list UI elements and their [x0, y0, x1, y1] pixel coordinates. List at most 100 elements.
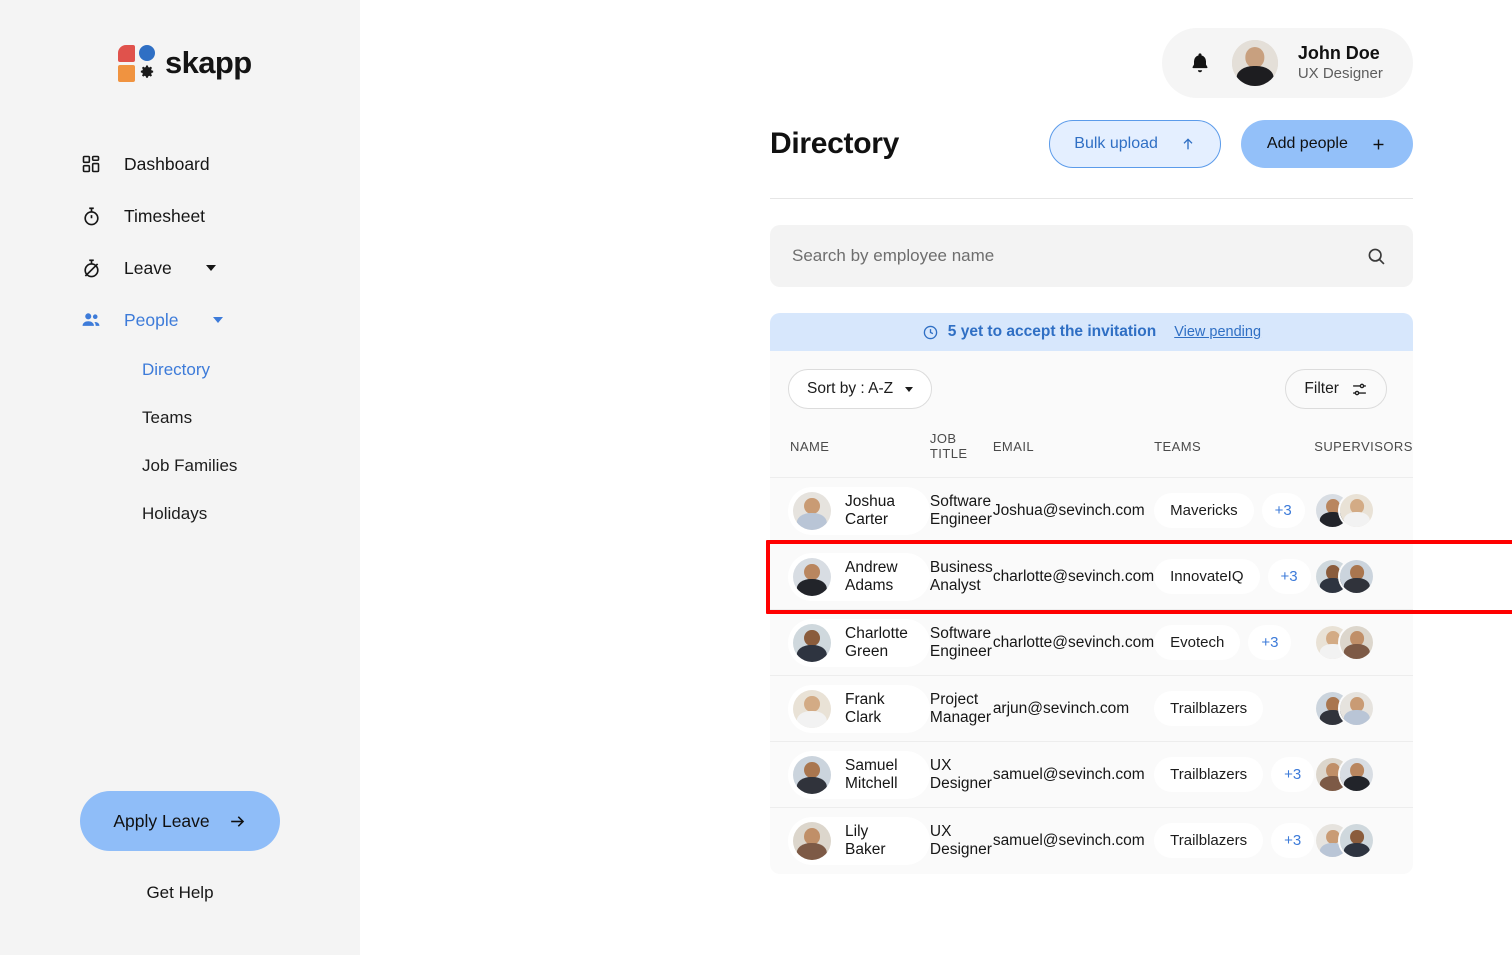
- table-toolbar: Sort by : A-Z Filter: [770, 351, 1413, 423]
- search-icon[interactable]: [1366, 246, 1387, 267]
- sidebar-item-teams[interactable]: Teams: [0, 394, 360, 442]
- people-icon: [80, 309, 102, 331]
- cell-supervisors: [1314, 544, 1413, 610]
- employee-name-pill[interactable]: Frank Clark: [788, 685, 930, 733]
- sidebar-subitem-label: Teams: [142, 408, 192, 428]
- search-bar[interactable]: [770, 225, 1413, 287]
- supervisor-avatar-stack[interactable]: [1314, 492, 1413, 529]
- avatar: [793, 492, 831, 530]
- table-row[interactable]: Samuel MitchellUX Designersamuel@sevinch…: [770, 742, 1413, 808]
- cell-job-title: UX Designer: [930, 808, 993, 874]
- cell-email: Joshua@sevinch.com: [993, 478, 1154, 544]
- page-header: Directory Bulk upload Add people: [770, 120, 1413, 168]
- add-people-button[interactable]: Add people: [1241, 120, 1413, 168]
- employee-name: Frank Clark: [845, 691, 908, 727]
- supervisor-avatar: [1338, 558, 1375, 595]
- column-header-name: NAME: [770, 423, 930, 478]
- chevron-down-icon[interactable]: [213, 317, 223, 323]
- sidebar-item-label: People: [124, 310, 179, 331]
- employee-name: Samuel Mitchell: [845, 757, 908, 793]
- plus-icon: [1370, 136, 1387, 153]
- profile-menu[interactable]: John Doe UX Designer: [1162, 28, 1413, 98]
- cell-name: Andrew Adams: [770, 544, 930, 610]
- team-more-badge[interactable]: +3: [1262, 493, 1305, 528]
- cell-teams: Trailblazers+3: [1154, 742, 1314, 808]
- employee-name-pill[interactable]: Joshua Carter: [788, 487, 930, 535]
- page-title: Directory: [770, 127, 899, 161]
- chevron-down-icon[interactable]: [206, 265, 216, 271]
- sidebar-item-job-families[interactable]: Job Families: [0, 442, 360, 490]
- cell-teams: Evotech+3: [1154, 610, 1314, 676]
- filter-button[interactable]: Filter: [1285, 369, 1386, 409]
- supervisor-avatar: [1338, 492, 1375, 529]
- table-header-row: NAME JOB TITLE EMAIL TEAMS SUPERVISORS: [770, 423, 1413, 478]
- sidebar-item-leave[interactable]: Leave: [0, 242, 360, 294]
- employee-name: Joshua Carter: [845, 493, 908, 529]
- apply-leave-button[interactable]: Apply Leave: [80, 791, 280, 851]
- supervisor-avatar-stack[interactable]: [1314, 624, 1413, 661]
- supervisor-avatar-stack[interactable]: [1314, 822, 1413, 859]
- cell-email: samuel@sevinch.com: [993, 808, 1154, 874]
- team-more-badge[interactable]: +3: [1271, 757, 1314, 792]
- team-chip[interactable]: InnovateIQ: [1154, 559, 1259, 594]
- team-more-badge[interactable]: +3: [1268, 559, 1311, 594]
- team-chip[interactable]: Trailblazers: [1154, 691, 1263, 726]
- bulk-upload-label: Bulk upload: [1074, 135, 1158, 153]
- search-input[interactable]: [792, 246, 1366, 266]
- get-help-link[interactable]: Get Help: [0, 883, 360, 903]
- employee-name-pill[interactable]: Samuel Mitchell: [788, 751, 930, 799]
- employee-name: Lily Baker: [845, 823, 908, 859]
- team-chip[interactable]: Mavericks: [1154, 493, 1254, 528]
- header-divider: [770, 198, 1413, 199]
- table-row[interactable]: Joshua CarterSoftware EngineerJoshua@sev…: [770, 478, 1413, 544]
- avatar: [793, 558, 831, 596]
- directory-table: NAME JOB TITLE EMAIL TEAMS SUPERVISORS J…: [770, 423, 1413, 874]
- view-pending-link[interactable]: View pending: [1174, 324, 1261, 340]
- supervisor-avatar: [1338, 624, 1375, 661]
- team-chip[interactable]: Trailblazers: [1154, 757, 1263, 792]
- bell-icon[interactable]: [1188, 51, 1212, 75]
- cell-name: Samuel Mitchell: [770, 742, 930, 808]
- cell-name: Lily Baker: [770, 808, 930, 874]
- cell-email: arjun@sevinch.com: [993, 676, 1154, 742]
- stopwatch-off-icon: [80, 257, 102, 279]
- sidebar: skapp Dashboard Ti: [0, 0, 360, 955]
- profile-name: John Doe: [1298, 42, 1383, 65]
- avatar: [793, 624, 831, 662]
- table-row[interactable]: Charlotte GreenSoftware Engineercharlott…: [770, 610, 1413, 676]
- avatar: [793, 690, 831, 728]
- supervisor-avatar-stack[interactable]: [1314, 690, 1413, 727]
- employee-name-pill[interactable]: Charlotte Green: [788, 619, 930, 667]
- sidebar-nav: Dashboard Timesheet: [0, 138, 360, 538]
- sidebar-item-people[interactable]: People: [0, 294, 360, 346]
- sidebar-item-holidays[interactable]: Holidays: [0, 490, 360, 538]
- supervisor-avatar-stack[interactable]: [1314, 558, 1413, 595]
- team-more-badge[interactable]: +3: [1271, 823, 1314, 858]
- team-chip[interactable]: Trailblazers: [1154, 823, 1263, 858]
- bulk-upload-button[interactable]: Bulk upload: [1049, 120, 1221, 168]
- team-chip[interactable]: Evotech: [1154, 625, 1240, 660]
- sidebar-item-dashboard[interactable]: Dashboard: [0, 138, 360, 190]
- sidebar-item-timesheet[interactable]: Timesheet: [0, 190, 360, 242]
- top-bar: John Doe UX Designer: [360, 0, 1512, 98]
- apply-leave-label: Apply Leave: [113, 811, 209, 832]
- directory-table-card: 5 yet to accept the invitation View pend…: [770, 313, 1413, 874]
- skapp-logo-icon: [118, 44, 156, 82]
- table-body: Joshua CarterSoftware EngineerJoshua@sev…: [770, 478, 1413, 874]
- brand-name: skapp: [165, 45, 252, 81]
- cell-job-title: Business Analyst: [930, 544, 993, 610]
- brand-logo[interactable]: skapp: [0, 0, 360, 82]
- employee-name-pill[interactable]: Lily Baker: [788, 817, 930, 865]
- table-row[interactable]: Lily Baker UX Designersamuel@sevinch.comT…: [770, 808, 1413, 874]
- table-row[interactable]: Andrew AdamsBusiness Analystcharlotte@se…: [770, 544, 1413, 610]
- table-row[interactable]: Frank ClarkProject Managerarjun@sevinch.…: [770, 676, 1413, 742]
- column-header-supervisors: SUPERVISORS: [1314, 423, 1413, 478]
- supervisor-avatar-stack[interactable]: [1314, 756, 1413, 793]
- cell-teams: InnovateIQ +3: [1154, 544, 1314, 610]
- filter-label: Filter: [1304, 380, 1338, 398]
- sidebar-item-directory[interactable]: Directory: [0, 346, 360, 394]
- main-content: John Doe UX Designer Directory Bulk uplo…: [360, 0, 1512, 955]
- sort-by-dropdown[interactable]: Sort by : A-Z: [788, 369, 932, 409]
- employee-name-pill[interactable]: Andrew Adams: [788, 553, 930, 601]
- team-more-badge[interactable]: +3: [1248, 625, 1291, 660]
